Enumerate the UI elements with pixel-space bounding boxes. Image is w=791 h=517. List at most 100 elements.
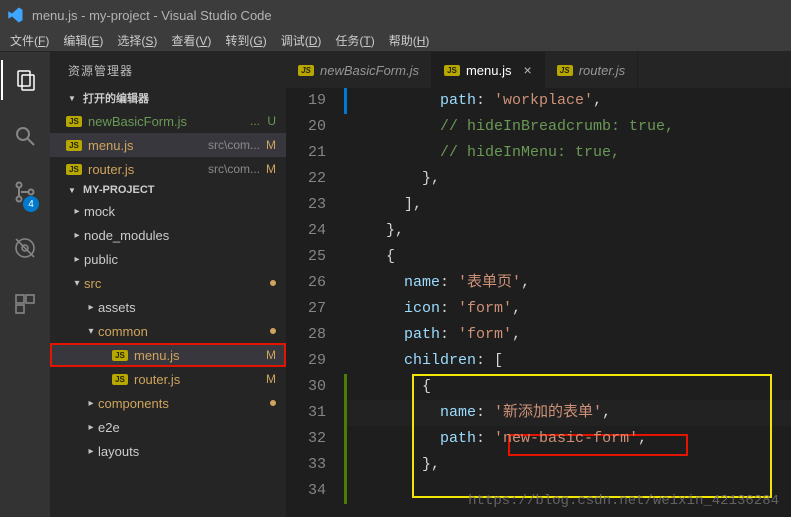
dirty-indicator bbox=[270, 328, 276, 334]
tree-folder[interactable]: ▸assets bbox=[50, 295, 286, 319]
chevron-down-icon: ▾ bbox=[70, 278, 84, 289]
file-status: M bbox=[260, 162, 278, 176]
close-icon[interactable]: × bbox=[524, 62, 532, 78]
code-line[interactable]: name: '新添加的表单', bbox=[344, 400, 791, 426]
tree-folder[interactable]: ▾src bbox=[50, 271, 286, 295]
file-status: U bbox=[260, 114, 278, 128]
code-line[interactable]: }, bbox=[344, 452, 791, 478]
tree-folder[interactable]: ▸components bbox=[50, 391, 286, 415]
modified-indicator bbox=[344, 374, 347, 400]
project-header[interactable]: MY-PROJECT bbox=[50, 181, 286, 199]
editor-tab[interactable]: JSrouter.js bbox=[545, 52, 638, 88]
source-control-icon[interactable]: 4 bbox=[1, 172, 49, 212]
menu-item[interactable]: 查看(V) bbox=[165, 30, 217, 51]
menu-item[interactable]: 帮助(H) bbox=[383, 30, 436, 51]
line-number: 26 bbox=[286, 270, 326, 296]
file-status: M bbox=[260, 138, 278, 152]
menu-item[interactable]: 任务(T) bbox=[329, 30, 380, 51]
line-number: 31 bbox=[286, 400, 326, 426]
editor-tab[interactable]: JSmenu.js× bbox=[432, 52, 545, 88]
explorer-icon[interactable] bbox=[1, 60, 49, 100]
line-number: 30 bbox=[286, 374, 326, 400]
code-line[interactable]: // hideInBreadcrumb: true, bbox=[344, 114, 791, 140]
file-name: newBasicForm.js bbox=[88, 114, 246, 129]
menubar: 文件(F)编辑(E)选择(S)查看(V)转到(G)调试(D)任务(T)帮助(H) bbox=[0, 30, 791, 52]
js-file-icon: JS bbox=[66, 116, 82, 127]
chevron-right-icon: ▸ bbox=[70, 206, 84, 217]
code-line[interactable]: { bbox=[344, 244, 791, 270]
debug-icon[interactable] bbox=[1, 228, 49, 268]
code-line[interactable]: }, bbox=[344, 218, 791, 244]
file-dir: ... bbox=[250, 114, 260, 128]
code-line[interactable]: path: 'form', bbox=[344, 322, 791, 348]
js-file-icon: JS bbox=[112, 374, 128, 385]
chevron-down-icon: ▾ bbox=[84, 326, 98, 337]
code-line[interactable]: path: 'workplace', bbox=[344, 88, 791, 114]
modified-indicator bbox=[344, 400, 347, 426]
window-title: menu.js - my-project - Visual Studio Cod… bbox=[32, 8, 272, 23]
folder-name: mock bbox=[84, 204, 278, 219]
tab-bar: JSnewBasicForm.jsJSmenu.js×JSrouter.js bbox=[286, 52, 791, 88]
search-icon[interactable] bbox=[1, 116, 49, 156]
file-dir: src\com... bbox=[208, 138, 260, 152]
tree-folder[interactable]: ▸e2e bbox=[50, 415, 286, 439]
open-editor-item[interactable]: JS newBasicForm.js...U bbox=[50, 109, 286, 133]
line-number: 32 bbox=[286, 426, 326, 452]
sidebar-title: 资源管理器 bbox=[50, 52, 286, 87]
file-name: router.js bbox=[134, 372, 260, 387]
line-number: 25 bbox=[286, 244, 326, 270]
code-line[interactable] bbox=[344, 478, 791, 504]
code-line[interactable]: ], bbox=[344, 192, 791, 218]
js-file-icon: JS bbox=[112, 350, 128, 361]
tree-folder[interactable]: ▸mock bbox=[50, 199, 286, 223]
code-line[interactable]: icon: 'form', bbox=[344, 296, 791, 322]
menu-item[interactable]: 调试(D) bbox=[275, 30, 328, 51]
line-number: 29 bbox=[286, 348, 326, 374]
chevron-right-icon: ▸ bbox=[84, 422, 98, 433]
code-line[interactable]: path: 'new-basic-form', bbox=[344, 426, 791, 452]
line-number: 23 bbox=[286, 192, 326, 218]
code-line[interactable]: children: [ bbox=[344, 348, 791, 374]
editor-tab[interactable]: JSnewBasicForm.js bbox=[286, 52, 432, 88]
sidebar: 资源管理器 打开的编辑器 JS newBasicForm.js...U JSmenu… bbox=[50, 52, 286, 517]
tree-folder[interactable]: ▸layouts bbox=[50, 439, 286, 463]
tree-folder[interactable]: ▸public bbox=[50, 247, 286, 271]
code-line[interactable]: // hideInMenu: true, bbox=[344, 140, 791, 166]
activity-bar: 4 bbox=[0, 52, 50, 517]
js-file-icon: JS bbox=[66, 140, 82, 151]
open-editors-list: JS newBasicForm.js...U JSmenu.jssrc\com...… bbox=[50, 109, 286, 181]
extensions-icon[interactable] bbox=[1, 284, 49, 324]
code-line[interactable]: name: '表单页', bbox=[344, 270, 791, 296]
modified-indicator bbox=[344, 426, 347, 452]
file-dir: src\com... bbox=[208, 162, 260, 176]
line-number: 22 bbox=[286, 166, 326, 192]
scm-badge: 4 bbox=[23, 196, 39, 212]
project-label: MY-PROJECT bbox=[83, 184, 155, 196]
titlebar: menu.js - my-project - Visual Studio Cod… bbox=[0, 0, 791, 30]
tree-file[interactable]: JSmenu.jsM bbox=[50, 343, 286, 367]
tab-label: router.js bbox=[579, 63, 625, 78]
line-number: 27 bbox=[286, 296, 326, 322]
tree-folder[interactable]: ▸node_modules bbox=[50, 223, 286, 247]
line-number: 24 bbox=[286, 218, 326, 244]
code-lines[interactable]: path: 'workplace', // hideInBreadcrumb: … bbox=[344, 88, 791, 517]
open-editor-item[interactable]: JSrouter.jssrc\com...M bbox=[50, 157, 286, 181]
code-line[interactable]: }, bbox=[344, 166, 791, 192]
chevron-right-icon: ▸ bbox=[84, 398, 98, 409]
chevron-right-icon: ▸ bbox=[84, 446, 98, 457]
menu-item[interactable]: 选择(S) bbox=[111, 30, 163, 51]
line-number: 20 bbox=[286, 114, 326, 140]
open-editors-header[interactable]: 打开的编辑器 bbox=[50, 87, 286, 109]
open-editor-item[interactable]: JSmenu.jssrc\com...M bbox=[50, 133, 286, 157]
folder-name: public bbox=[84, 252, 278, 267]
vscode-icon bbox=[6, 6, 24, 24]
folder-name: e2e bbox=[98, 420, 278, 435]
menu-item[interactable]: 文件(F) bbox=[4, 30, 55, 51]
tree-folder[interactable]: ▾common bbox=[50, 319, 286, 343]
code-line[interactable]: { bbox=[344, 374, 791, 400]
code-editor[interactable]: 19202122232425262728293031323334 path: '… bbox=[286, 88, 791, 517]
menu-item[interactable]: 编辑(E) bbox=[57, 30, 109, 51]
menu-item[interactable]: 转到(G) bbox=[219, 30, 272, 51]
tree-file[interactable]: JSrouter.jsM bbox=[50, 367, 286, 391]
line-number: 19 bbox=[286, 88, 326, 114]
